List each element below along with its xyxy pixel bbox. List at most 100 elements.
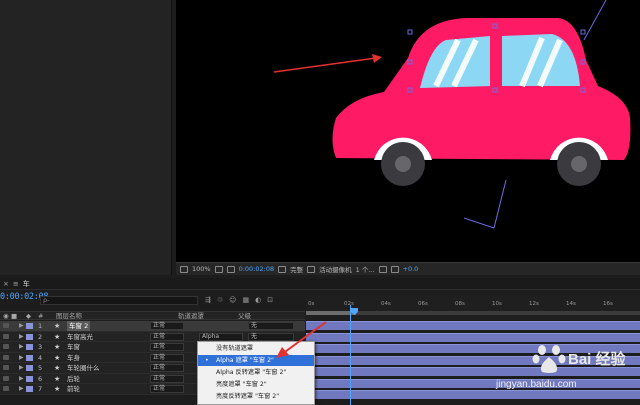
blend-mode-select[interactable]: 正常 (150, 343, 184, 351)
column-parent[interactable]: 父级 (238, 312, 251, 320)
label-color[interactable] (26, 344, 33, 350)
visibility-icon[interactable] (3, 344, 9, 349)
menu-item-alpha-inverted-matte[interactable]: Alpha 反转遮罩 "车窗 2" (198, 367, 314, 378)
guide-line (493, 179, 507, 229)
motion-blur-icon[interactable]: ◐ (255, 296, 261, 304)
composition-viewer[interactable] (176, 0, 640, 262)
viewer-toolbar: 100% 0:00:02:08 完整 活动摄像机 1 个... +0.0 (176, 262, 640, 275)
fit-icon[interactable] (214, 265, 223, 273)
expand-icon[interactable]: ▶ (19, 384, 24, 394)
layer-name[interactable]: 车轮圈什么 (67, 363, 100, 373)
checked-dot-icon: • (205, 357, 209, 364)
column-layer-name[interactable]: 图层名称 (56, 312, 82, 320)
blend-mode-select[interactable]: 正常 (150, 332, 184, 341)
region-of-interest-icon[interactable] (180, 265, 188, 273)
watermark-brand: Bai 经验 (568, 351, 626, 368)
lock-icon[interactable]: ■ (11, 312, 17, 320)
transparency-grid-icon[interactable] (307, 265, 316, 273)
camera-select[interactable]: 活动摄像机 (319, 264, 352, 274)
layer-row[interactable]: ▶ 1 ★ 车窗 2 正常 无 (0, 321, 305, 332)
ruler-tick: 0s (308, 301, 315, 307)
graph-editor-icon[interactable]: ⊡ (267, 296, 273, 304)
grid-icon[interactable] (226, 265, 235, 273)
column-track-matte[interactable]: 轨道遮罩 (178, 312, 204, 320)
label-color[interactable] (26, 365, 33, 371)
views-select[interactable]: 1 个... (356, 264, 375, 274)
frame-blending-icon[interactable]: ▦ (242, 296, 249, 304)
blend-mode-select[interactable]: 正常 (150, 364, 184, 372)
blend-mode-select[interactable]: 正常 (150, 353, 184, 362)
exposure-value[interactable]: +0.0 (403, 265, 419, 273)
layer-name[interactable]: 后轮 (67, 374, 80, 384)
annotation-arrow-head (372, 54, 382, 63)
menu-item-luma-inverted-matte[interactable]: 亮度反转遮罩 "车窗 2" (198, 391, 314, 402)
shape-layer-icon: ★ (54, 374, 61, 383)
layer-search-input[interactable]: ρ- (40, 296, 198, 305)
visibility-icon[interactable] (3, 323, 9, 328)
shape-layer-icon: ★ (54, 343, 61, 351)
label-icon[interactable]: ◆ (26, 312, 31, 320)
layer-name[interactable]: 车窗 (67, 342, 80, 352)
expand-icon[interactable]: ▶ (19, 374, 24, 384)
visibility-icon[interactable] (3, 375, 9, 381)
tab-composition[interactable]: 车 (23, 279, 30, 289)
label-color[interactable] (26, 333, 33, 340)
layer-name[interactable]: 车窗 2 (67, 321, 91, 331)
layer-number: 3 (38, 343, 43, 351)
work-area-range[interactable] (306, 311, 356, 315)
menu-icon[interactable]: ≡ (13, 280, 19, 288)
visibility-icon[interactable] (3, 333, 9, 339)
shape-layer-icon: ★ (54, 364, 61, 372)
visibility-icon[interactable] (3, 386, 9, 391)
track-matte-select[interactable] (199, 322, 243, 330)
label-color[interactable] (26, 375, 33, 382)
draft-3d-icon[interactable]: ♲ (217, 296, 223, 304)
current-time[interactable]: 0:00:02:08 (239, 265, 275, 273)
expand-icon[interactable]: ▶ (19, 363, 24, 373)
car-artwork (273, 0, 631, 229)
blend-mode-select[interactable]: 正常 (150, 322, 184, 330)
snapshot-icon[interactable] (278, 265, 287, 273)
project-panel (0, 0, 172, 275)
ruler-tick: 12s (529, 301, 539, 307)
blend-mode-select[interactable]: 正常 (150, 385, 184, 393)
layer-number: 5 (38, 364, 43, 372)
shape-layer-icon: ★ (54, 353, 61, 362)
layer-name[interactable]: 车窗高光 (67, 332, 93, 342)
expand-icon[interactable]: ▶ (19, 321, 24, 331)
resolution-select[interactable]: 完整 (290, 264, 303, 274)
label-color[interactable] (26, 386, 33, 392)
layer-name[interactable]: 前轮 (67, 384, 80, 394)
label-color[interactable] (26, 354, 33, 361)
close-icon[interactable]: × (3, 280, 9, 288)
timeline-tools: ⇶ ♲ ☺ ▦ ◐ ⊡ (205, 296, 273, 304)
layer-duration-bar[interactable] (306, 321, 640, 330)
label-color[interactable] (26, 323, 33, 329)
visibility-icon[interactable] (3, 365, 9, 370)
expand-icon[interactable]: ▶ (19, 332, 24, 342)
paw-logo-icon (532, 345, 566, 373)
watermark-url: jingyan.baidu.com (496, 379, 577, 390)
comp-mini-flowchart-icon[interactable]: ⇶ (205, 296, 211, 304)
layer-name[interactable]: 车身 (67, 353, 80, 363)
blend-mode-select[interactable]: 正常 (150, 374, 184, 383)
menu-item-luma-matte[interactable]: 亮度遮罩 "车窗 2" (198, 379, 314, 390)
shape-layer-icon: ★ (54, 332, 61, 341)
annotation-arrow (273, 57, 377, 73)
shy-icon[interactable]: ☺ (229, 296, 236, 304)
expand-icon[interactable]: ▶ (19, 353, 24, 363)
time-ruler[interactable]: 0s 02s 04s 06s 08s 10s 12s 14s 16s (306, 296, 640, 320)
render-icon[interactable] (378, 265, 387, 273)
track-matte-select[interactable]: Alpha (199, 332, 243, 341)
ruler-tick: 16s (603, 301, 613, 307)
ruler-tick: 08s (455, 301, 465, 307)
current-time-indicator[interactable] (350, 305, 351, 405)
channel-icon[interactable] (390, 265, 399, 273)
layer-duration-bar[interactable] (306, 332, 640, 342)
visibility-icon[interactable] (3, 354, 9, 360)
timeline-tab-bar: × ≡ 车 (0, 278, 640, 290)
zoom-select[interactable]: 100% (192, 265, 211, 273)
expand-icon[interactable]: ▶ (19, 342, 24, 352)
guide-line (463, 217, 495, 229)
eye-icon[interactable]: ◉ (3, 312, 9, 320)
